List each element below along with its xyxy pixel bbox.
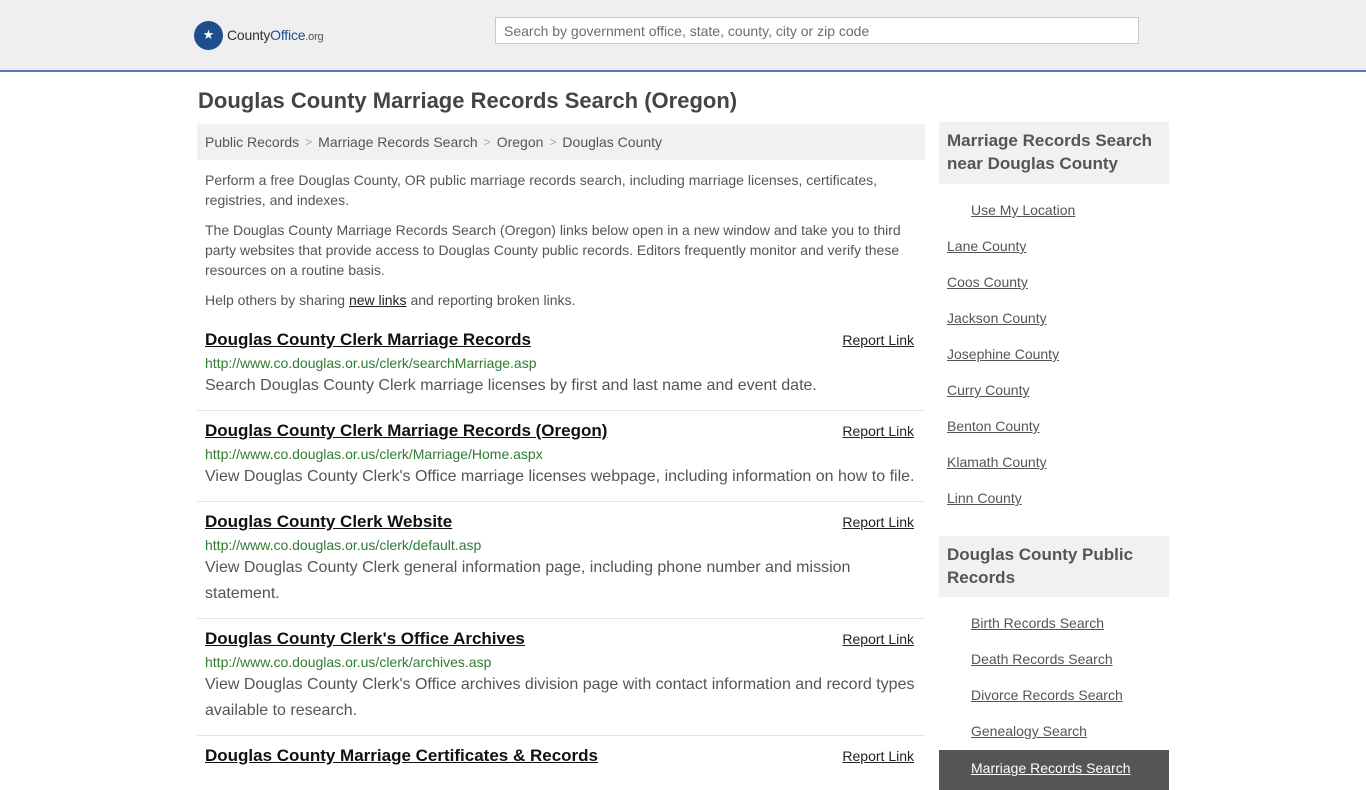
listing-divider (197, 410, 925, 411)
new-links-link[interactable]: new links (349, 292, 407, 308)
share-text-after: and reporting broken links. (406, 292, 576, 308)
listing-item: Douglas County Marriage Certificates & R… (205, 746, 917, 766)
breadcrumb-separator-icon: > (305, 135, 313, 149)
public-record-link[interactable]: Birth Records Search (971, 615, 1104, 631)
active-record-item[interactable]: Marriage Records Search (939, 750, 1169, 790)
breadcrumb-douglas-county[interactable]: Douglas County (562, 134, 662, 150)
breadcrumb-oregon[interactable]: Oregon (497, 134, 544, 150)
nearby-county-link[interactable]: Coos County (947, 274, 1028, 290)
nearby-county-link[interactable]: Lane County (947, 238, 1026, 254)
logo-office: Office (270, 27, 306, 43)
listing-description: View Douglas County Clerk's Office marri… (205, 468, 915, 485)
report-link[interactable]: Report Link (842, 332, 914, 348)
nearby-header: Marriage Records Search near Douglas Cou… (939, 122, 1169, 184)
site-header: ★ CountyOffice.org (0, 0, 1366, 72)
intro-paragraph: Perform a free Douglas County, OR public… (205, 172, 878, 208)
public-records-header: Douglas County Public Records (939, 536, 1169, 597)
public-record-link[interactable]: Divorce Records Search (971, 687, 1123, 703)
logo-wordmark: CountyOffice.org (227, 27, 324, 43)
listing-url: http://www.co.douglas.or.us/clerk/search… (205, 355, 537, 371)
report-link[interactable]: Report Link (842, 748, 914, 764)
listing-title-link[interactable]: Douglas County Clerk Marriage Records (205, 330, 531, 349)
listing-divider (197, 618, 925, 619)
public-record-link[interactable]: Genealogy Search (971, 723, 1087, 739)
eagle-seal-icon: ★ (194, 20, 223, 50)
nearby-county-link[interactable]: Curry County (947, 382, 1029, 398)
share-text-before: Help others by sharing (205, 292, 349, 308)
listing-title-link[interactable]: Douglas County Clerk Marriage Records (O… (205, 421, 607, 440)
nearby-title: Marriage Records Search near Douglas Cou… (947, 131, 1153, 173)
listing-url: http://www.co.douglas.or.us/clerk/defaul… (205, 537, 482, 553)
nearby-county-link[interactable]: Klamath County (947, 454, 1047, 470)
site-logo[interactable]: ★ CountyOffice.org (194, 20, 324, 50)
use-my-location-link[interactable]: Use My Location (971, 202, 1075, 218)
listing-item: Douglas County Clerk's Office Archives R… (205, 629, 917, 724)
share-paragraph: Help others by sharing new links and rep… (205, 290, 917, 310)
breadcrumb-public-records[interactable]: Public Records (205, 134, 299, 150)
public-records-title: Douglas County Public Records (947, 545, 1134, 587)
listing-item: Douglas County Clerk Marriage Records (O… (205, 421, 917, 490)
disclaimer-paragraph: The Douglas County Marriage Records Sear… (205, 222, 901, 278)
active-record-label: Marriage Records Search (971, 760, 1131, 776)
breadcrumb-marriage-records[interactable]: Marriage Records Search (318, 134, 478, 150)
public-record-link[interactable]: Death Records Search (971, 651, 1113, 667)
listing-title-link[interactable]: Douglas County Marriage Certificates & R… (205, 746, 598, 765)
nearby-county-link[interactable]: Linn County (947, 490, 1022, 506)
breadcrumb: Public Records > Marriage Records Search… (197, 124, 925, 160)
report-link[interactable]: Report Link (842, 423, 914, 439)
breadcrumb-separator-icon: > (549, 135, 557, 149)
nearby-county-link[interactable]: Josephine County (947, 346, 1059, 362)
logo-tld: .org (305, 31, 324, 43)
nearby-county-link[interactable]: Benton County (947, 418, 1040, 434)
nearby-county-link[interactable]: Jackson County (947, 310, 1047, 326)
report-link[interactable]: Report Link (842, 514, 914, 530)
report-link[interactable]: Report Link (842, 631, 914, 647)
page-title: Douglas County Marriage Records Search (… (198, 88, 738, 113)
listing-description: Search Douglas County Clerk marriage lic… (205, 377, 817, 394)
listing-title-link[interactable]: Douglas County Clerk's Office Archives (205, 629, 525, 648)
logo-brand: County (227, 27, 271, 43)
listing-item: Douglas County Clerk Marriage Records Re… (205, 330, 917, 399)
listing-item: Douglas County Clerk Website Report Link… (205, 512, 917, 607)
listing-url: http://www.co.douglas.or.us/clerk/archiv… (205, 654, 492, 670)
search-input[interactable] (495, 17, 1139, 44)
listing-description: View Douglas County Clerk general inform… (205, 559, 851, 602)
listing-divider (197, 735, 925, 736)
listing-url: http://www.co.douglas.or.us/clerk/Marria… (205, 446, 543, 462)
listing-divider (197, 501, 925, 502)
listing-description: View Douglas County Clerk's Office archi… (205, 676, 915, 719)
breadcrumb-separator-icon: > (483, 135, 491, 149)
listing-title-link[interactable]: Douglas County Clerk Website (205, 512, 452, 531)
